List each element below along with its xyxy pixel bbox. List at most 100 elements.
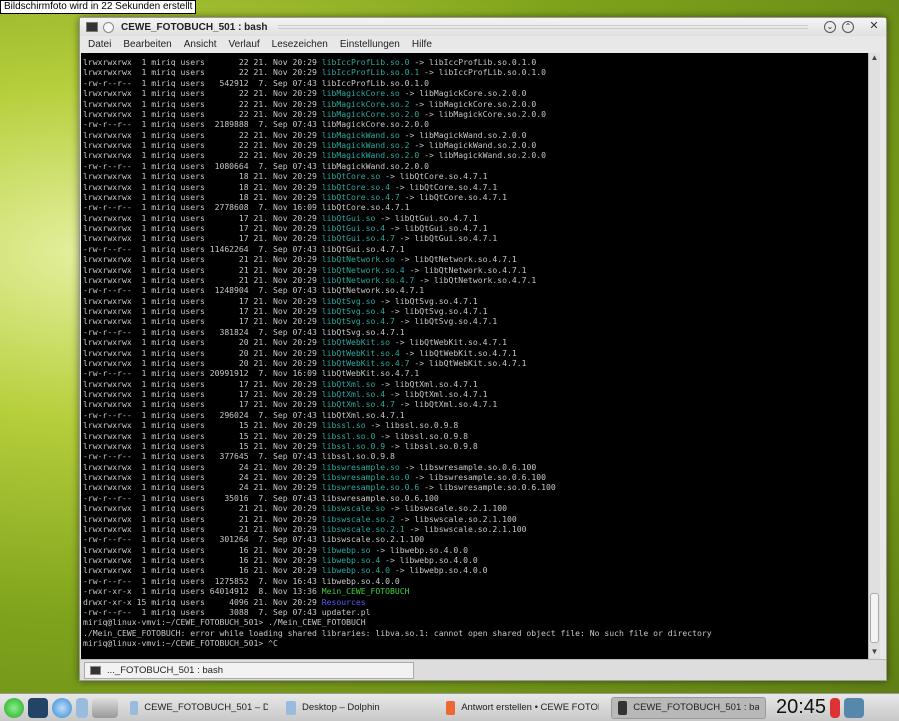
line-text: lrwxrwxrwx 1 miriq users 20 21. Nov 20:2… (83, 347, 322, 358)
link-target: -> libswresample.so.0.6.100 (399, 461, 537, 472)
link-target: -> libssl.so.0.9.8 (365, 420, 459, 431)
taskbar-task[interactable]: CEWE_FOTOBUCH_501 : bash (611, 696, 766, 719)
menu-verlauf[interactable]: Verlauf (229, 39, 260, 50)
terminal-line: lrwxrwxrwx 1 miriq users 20 21. Nov 20:2… (83, 337, 869, 347)
menu-bearbeiten[interactable]: Bearbeiten (123, 39, 171, 50)
terminal-icon[interactable] (86, 22, 98, 32)
line-text: -rw-r--r-- 1 miriq users 3088 7. Sep 07:… (83, 606, 322, 617)
file-name: updater.pl (321, 606, 371, 617)
taskbar-task[interactable]: Antwort erstellen • CEWE FOTOBU (440, 697, 605, 719)
file-name: libssl.so.0 (321, 430, 376, 441)
line-text: lrwxrwxrwx 1 miriq users 22 21. Nov 20:2… (83, 98, 322, 109)
line-text: lrwxrwxrwx 1 miriq users 21 21. Nov 20:2… (83, 254, 322, 265)
file-name: libMagickCore.so (321, 88, 400, 99)
file-name: libQtWebKit.so.4 (321, 347, 400, 358)
line-text: lrwxrwxrwx 1 miriq users 17 21. Nov 20:2… (83, 399, 322, 410)
line-text: lrwxrwxrwx 1 miriq users 21 21. Nov 20:2… (83, 523, 322, 534)
app-icon (286, 700, 296, 715)
file-name: libwebp.so.4.0 (321, 565, 391, 576)
file-name: libIccProfLib.so.0 (321, 57, 410, 67)
terminal-line: -rw-r--r-- 1 miriq users 301264 7. Sep 0… (83, 534, 869, 544)
line-text: lrwxrwxrwx 1 miriq users 20 21. Nov 20:2… (83, 357, 322, 368)
menu-einstellungen[interactable]: Einstellungen (340, 39, 400, 50)
network-icon[interactable] (844, 697, 865, 718)
line-text: -rw-r--r-- 1 miriq users 1275852 7. Nov … (83, 575, 322, 586)
link-target: -> libIccProfLib.so.0.1.0 (419, 67, 546, 78)
line-text: lrwxrwxrwx 1 miriq users 17 21. Nov 20:2… (83, 306, 322, 316)
file-name: libIccProfLib.so.0.1.0 (321, 77, 429, 88)
terminal-line: lrwxrwxrwx 1 miriq users 21 21. Nov 20:2… (83, 524, 869, 534)
maximize-button[interactable]: ⌃ (842, 21, 854, 33)
line-text: lrwxrwxrwx 1 miriq users 22 21. Nov 20:2… (83, 129, 322, 140)
link-target: -> libMagickCore.so.2.0.0 (419, 108, 546, 119)
browser-icon[interactable] (52, 697, 72, 718)
taskbar-task[interactable]: CEWE_FOTOBUCH_501 – Dolphin (124, 697, 274, 719)
line-text: -rw-r--r-- 1 miriq users 301264 7. Sep 0… (83, 534, 322, 545)
link-target: -> libQtCore.so.4.7.1 (390, 181, 498, 192)
file-name: libMagickWand.so.2.0.0 (321, 160, 429, 171)
line-text: lrwxrwxrwx 1 miriq users 16 21. Nov 20:2… (83, 555, 322, 565)
file-manager-icon[interactable] (76, 697, 88, 718)
file-name: libssl.so.0.9.8 (321, 451, 395, 462)
minimize-button[interactable]: ⌄ (824, 21, 836, 33)
menu-lesezeichen[interactable]: Lesezeichen (272, 39, 328, 50)
menu-datei[interactable]: Datei (88, 39, 111, 50)
terminal-line: lrwxrwxrwx 1 miriq users 20 21. Nov 20:2… (83, 348, 869, 358)
line-text: drwxr-xr-x 15 miriq users 4096 21. Nov 2… (83, 596, 322, 607)
taskbar-task[interactable]: Desktop – Dolphin (280, 697, 420, 719)
file-name: libMagickWand.so (321, 129, 400, 140)
terminal-output[interactable]: lrwxrwxrwx 1 miriq users 22 21. Nov 20:2… (81, 53, 869, 659)
line-text: lrwxrwxrwx 1 miriq users 16 21. Nov 20:2… (83, 565, 322, 576)
line-text: lrwxrwxrwx 1 miriq users 22 21. Nov 20:2… (83, 57, 322, 67)
file-name: libQtNetwork.so (321, 254, 395, 265)
line-text: lrwxrwxrwx 1 miriq users 22 21. Nov 20:2… (83, 67, 322, 78)
file-name: Mein_CEWE_FOTOBUCH (321, 586, 410, 597)
terminal-line: -rw-r--r-- 1 miriq users 2778608 7. Nov … (83, 202, 869, 212)
close-button[interactable]: ✕ (868, 21, 880, 33)
notification-icon[interactable] (830, 697, 841, 718)
title-bar[interactable]: CEWE_FOTOBUCH_501 : bash ⌄ ⌃ ✕ (80, 18, 886, 36)
terminal-line: lrwxrwxrwx 1 miriq users 22 21. Nov 20:2… (83, 130, 869, 140)
scrollbar[interactable]: ▲ ▼ (868, 53, 880, 659)
pin-icon[interactable] (103, 21, 114, 33)
link-target: -> libswresample.so.0.6.100 (419, 482, 556, 493)
kickoff-menu-icon[interactable] (4, 697, 24, 718)
line-text: lrwxrwxrwx 1 miriq users 21 21. Nov 20:2… (83, 264, 322, 275)
link-target: -> libwebp.so.4.0.0 (380, 555, 478, 565)
tab-bash[interactable]: ..._FOTOBUCH_501 : bash (84, 662, 414, 679)
terminal-line: lrwxrwxrwx 1 miriq users 22 21. Nov 20:2… (83, 99, 869, 109)
link-target: -> libQtXml.so.4.7.1 (375, 378, 478, 389)
terminal-line: lrwxrwxrwx 1 miriq users 17 21. Nov 20:2… (83, 389, 869, 399)
show-desktop-icon[interactable] (28, 697, 48, 718)
line-text: -rw-r--r-- 1 miriq users 377645 7. Sep 0… (83, 451, 322, 462)
link-target: -> libwebp.so.4.0.0 (390, 565, 488, 576)
terminal-line: -rw-r--r-- 1 miriq users 1275852 7. Nov … (83, 576, 869, 586)
line-text: lrwxrwxrwx 1 miriq users 18 21. Nov 20:2… (83, 191, 322, 202)
terminal-line: lrwxrwxrwx 1 miriq users 17 21. Nov 20:2… (83, 296, 869, 306)
task-label: Antwort erstellen • CEWE FOTOBU (461, 702, 599, 713)
terminal-line: lrwxrwxrwx 1 miriq users 17 21. Nov 20:2… (83, 233, 869, 243)
menu-hilfe[interactable]: Hilfe (412, 39, 432, 50)
link-target: -> libQtWebKit.so.4.7.1 (390, 337, 507, 348)
menu-ansicht[interactable]: Ansicht (184, 39, 217, 50)
file-name: libMagickCore.so.2.0 (321, 108, 420, 119)
line-text: lrwxrwxrwx 1 miriq users 17 21. Nov 20:2… (83, 233, 322, 244)
pager-icon[interactable] (92, 697, 118, 718)
file-name: libQtWebKit.so.4.7 (321, 357, 410, 368)
app-icon (130, 700, 139, 715)
line-text: -rw-r--r-- 1 miriq users 296024 7. Sep 0… (83, 409, 322, 420)
scrollbar-thumb[interactable] (870, 593, 879, 643)
line-text: lrwxrwxrwx 1 miriq users 17 21. Nov 20:2… (83, 295, 322, 306)
scroll-down-icon[interactable]: ▼ (869, 647, 880, 659)
clock[interactable]: 20:45 (776, 696, 826, 719)
file-name: libQtGui.so.4 (321, 223, 386, 233)
scroll-up-icon[interactable]: ▲ (869, 53, 880, 65)
line-text: lrwxrwxrwx 1 miriq users 22 21. Nov 20:2… (83, 140, 322, 150)
file-name: libswresample.so.0 (321, 472, 410, 482)
terminal-line: lrwxrwxrwx 1 miriq users 20 21. Nov 20:2… (83, 358, 869, 368)
link-target: -> libQtXml.so.4.7.1 (385, 389, 488, 399)
line-text: lrwxrwxrwx 1 miriq users 15 21. Nov 20:2… (83, 420, 322, 431)
terminal-line: -rw-r--r-- 1 miriq users 1080664 7. Sep … (83, 161, 869, 171)
link-target: -> libMagickWand.so.2.0.0 (409, 140, 537, 150)
line-text: -rwxr-xr-x 1 miriq users 64014912 8. Nov… (83, 586, 322, 597)
